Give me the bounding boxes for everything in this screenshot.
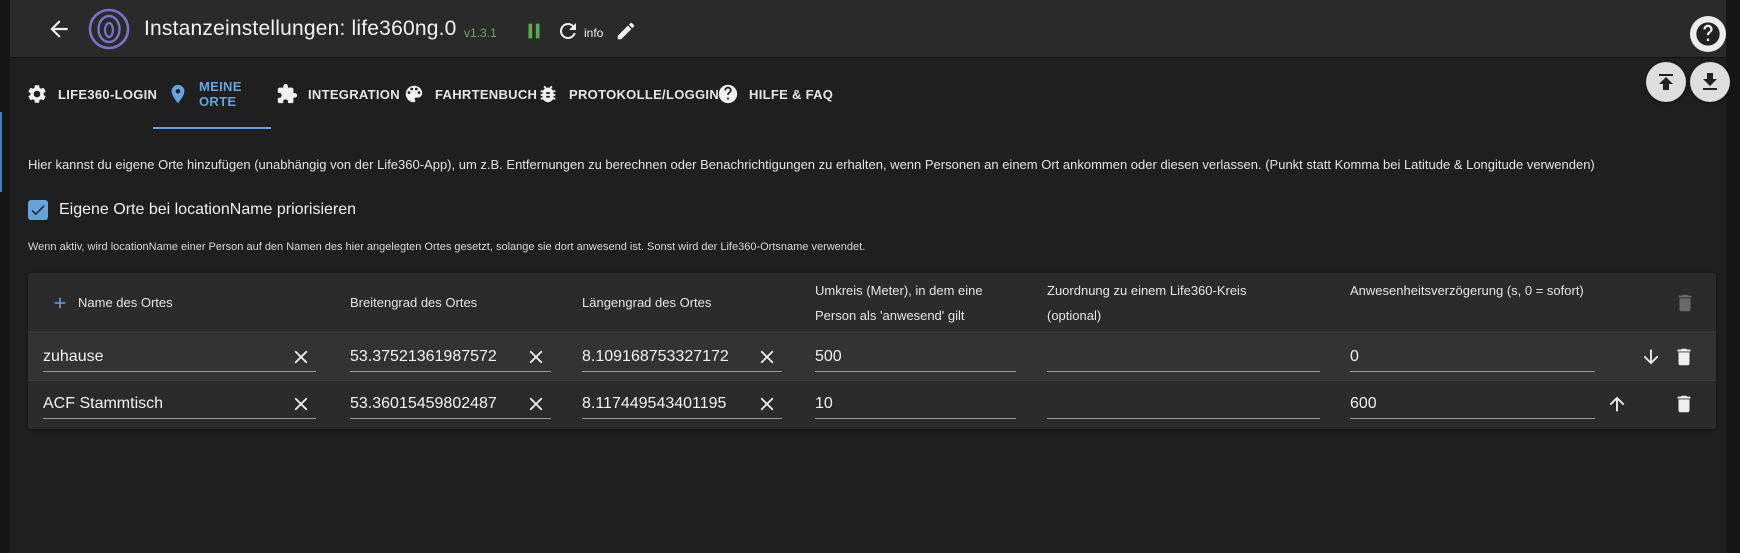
prioritize-locationname-checkbox[interactable] (28, 200, 48, 220)
gear-icon (26, 83, 48, 105)
tab-label: LIFE360-LOGIN (58, 86, 158, 102)
radius-field[interactable]: 500 (815, 343, 1016, 372)
tab-integration[interactable]: INTEGRATION (276, 59, 400, 129)
tab-label: PROTOKOLLE/LOGGING (569, 86, 730, 102)
life360-logo (88, 8, 130, 50)
active-tab-indicator (153, 127, 271, 129)
version-label: v1.3.1 (464, 26, 497, 40)
log-level-label: info (584, 26, 604, 40)
longitude-field[interactable]: 8.109168753327172 (582, 343, 782, 372)
tab-life360-login[interactable]: LIFE360-LOGIN (26, 59, 157, 129)
checkbox-label: Eigene Orte bei locationName priorisiere… (59, 201, 357, 218)
tab-hilfe-faq[interactable]: HILFE & FAQ (717, 59, 833, 129)
palette-icon (403, 83, 425, 105)
column-header: Anwesenheitsverzögerung (s, 0 = sofort) (1350, 283, 1584, 298)
table-row: ACF Stammtisch 53.36015459802487 8.11744… (28, 380, 1716, 427)
bug-icon (537, 83, 559, 105)
column-header: Längengrad des Ortes (582, 295, 712, 310)
longitude-field[interactable]: 8.117449543401195 (582, 390, 782, 419)
name-field[interactable]: ACF Stammtisch (43, 390, 316, 419)
add-icon[interactable] (51, 294, 69, 312)
circle-field[interactable] (1047, 343, 1320, 372)
delay-field[interactable]: 600 (1350, 390, 1595, 419)
name-field[interactable]: zuhause (43, 343, 316, 372)
latitude-field[interactable]: 53.37521361987572 (350, 343, 551, 372)
clear-icon[interactable] (290, 346, 312, 368)
instance-toolbar: Instanzeinstellungen: life360ng.0 v1.3.1… (10, 0, 1726, 58)
tab-meine-orte[interactable]: MEINE ORTE (153, 59, 271, 129)
move-down-icon[interactable] (1640, 346, 1662, 368)
clear-icon[interactable] (525, 346, 547, 368)
tab-bar: LIFE360-LOGIN MEINE ORTE INTEGRATION FAH… (10, 59, 1726, 129)
radius-field[interactable]: 10 (815, 390, 1016, 419)
clear-icon[interactable] (756, 346, 778, 368)
tab-label: MEINE ORTE (199, 79, 242, 109)
upload-icon[interactable] (1646, 62, 1686, 102)
table-header: Name des Ortes Breitengrad des Ortes Län… (28, 273, 1716, 333)
radius-value: 10 (815, 395, 833, 412)
column-header: Zuordnung zu einem Life360-Kreis (option… (1047, 283, 1247, 323)
description-text: Hier kannst du eigene Orte hinzufügen (u… (28, 157, 1595, 172)
circle-field[interactable] (1047, 390, 1320, 419)
tab-fahrtenbuch[interactable]: FAHRTENBUCH (403, 59, 537, 129)
delay-value: 0 (1350, 348, 1359, 365)
window-left-edge (0, 0, 10, 553)
column-header: Breitengrad des Ortes (350, 295, 478, 310)
longitude-value: 8.117449543401195 (582, 395, 727, 412)
hint-text: Wenn aktiv, wird locationName einer Pers… (28, 241, 866, 253)
help-circle-icon (717, 83, 739, 105)
download-icon[interactable] (1690, 62, 1730, 102)
tab-label: FAHRTENBUCH (435, 86, 538, 102)
reload-icon[interactable] (556, 19, 580, 43)
tab-protokolle-logging[interactable]: PROTOKOLLE/LOGGING (537, 59, 729, 129)
clear-icon[interactable] (290, 393, 312, 415)
move-up-icon[interactable] (1606, 393, 1628, 415)
delete-icon[interactable] (1673, 346, 1695, 368)
column-header: Umkreis (Meter), in dem eine Person als … (815, 283, 983, 323)
side-accent (0, 112, 2, 192)
page-title: Instanzeinstellungen: life360ng.0 (144, 17, 457, 40)
clear-icon[interactable] (756, 393, 778, 415)
latitude-value: 53.37521361987572 (350, 348, 497, 365)
radius-value: 500 (815, 348, 842, 365)
column-header: Name des Ortes (78, 295, 173, 310)
help-icon[interactable] (1690, 16, 1726, 52)
name-value: zuhause (43, 348, 104, 365)
table-row: zuhause 53.37521361987572 8.109168753327… (28, 334, 1716, 381)
arrow-back-icon[interactable] (46, 16, 72, 42)
clear-icon[interactable] (525, 393, 547, 415)
longitude-value: 8.109168753327172 (582, 348, 729, 365)
edit-icon[interactable] (615, 20, 637, 42)
pause-icon[interactable] (523, 20, 545, 42)
latitude-field[interactable]: 53.36015459802487 (350, 390, 551, 419)
tab-label: HILFE & FAQ (749, 86, 834, 102)
delete-all-icon (1674, 292, 1696, 314)
delay-field[interactable]: 0 (1350, 343, 1595, 372)
latitude-value: 53.36015459802487 (350, 395, 497, 412)
places-table: Name des Ortes Breitengrad des Ortes Län… (28, 273, 1716, 429)
delay-value: 600 (1350, 395, 1377, 412)
tab-label: INTEGRATION (308, 86, 400, 102)
puzzle-icon (276, 83, 298, 105)
name-value: ACF Stammtisch (43, 395, 164, 412)
location-pin-icon (167, 83, 189, 105)
delete-icon[interactable] (1673, 393, 1695, 415)
